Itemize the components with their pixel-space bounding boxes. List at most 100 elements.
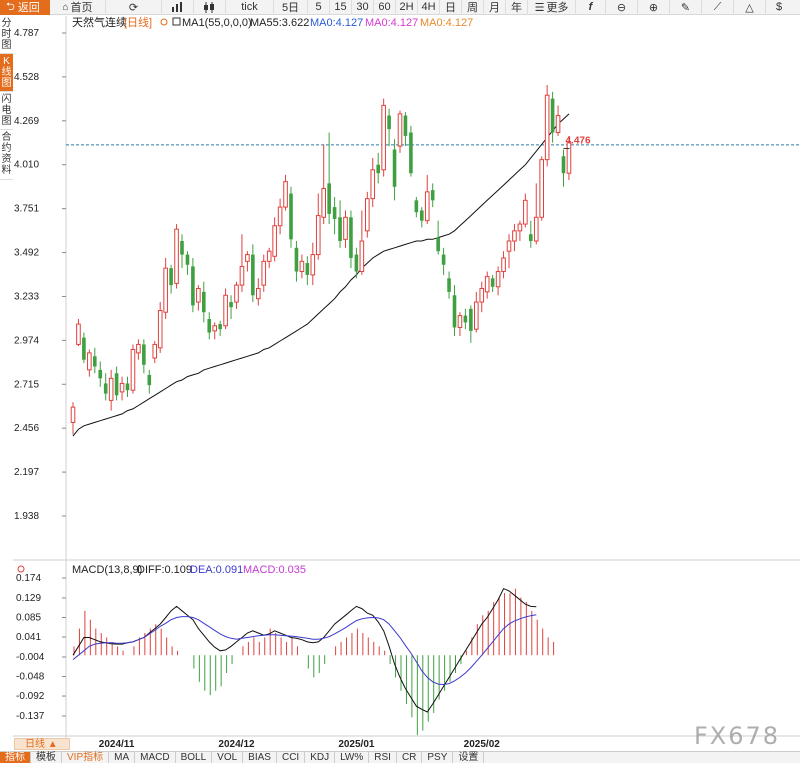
- candle[interactable]: [397, 110, 403, 153]
- candle[interactable]: [484, 271, 490, 299]
- candle[interactable]: [529, 220, 533, 248]
- candle[interactable]: [474, 291, 479, 333]
- candle[interactable]: [381, 98, 386, 177]
- candle[interactable]: [315, 193, 321, 260]
- candle[interactable]: [218, 320, 222, 336]
- candle[interactable]: [452, 285, 457, 336]
- settings-icon[interactable]: [160, 18, 168, 26]
- candle[interactable]: [229, 295, 233, 320]
- period-selector[interactable]: 日线 ▲: [14, 738, 70, 750]
- indicator-tab-main[interactable]: 指标: [0, 751, 31, 763]
- candle[interactable]: [202, 281, 206, 323]
- candle[interactable]: [130, 344, 136, 394]
- candle[interactable]: [506, 234, 512, 269]
- candle[interactable]: [125, 376, 130, 397]
- indicator-lw[interactable]: LW%: [335, 751, 370, 763]
- candle[interactable]: [332, 196, 337, 235]
- period-5d[interactable]: 5日: [274, 0, 308, 15]
- candle[interactable]: [469, 305, 473, 343]
- price-button[interactable]: $: [766, 0, 792, 15]
- candle[interactable]: [174, 224, 179, 289]
- indicator-tab-vip[interactable]: VIP指标: [62, 751, 110, 763]
- zoom-out-button[interactable]: ⊖: [606, 0, 638, 15]
- candle[interactable]: [299, 254, 305, 279]
- candle-type-button[interactable]: [194, 0, 226, 15]
- candle[interactable]: [447, 271, 451, 299]
- more-button[interactable]: ☰ 更多: [528, 0, 576, 15]
- candle[interactable]: [180, 234, 184, 269]
- candle[interactable]: [392, 139, 397, 201]
- period-60[interactable]: 60: [374, 0, 396, 15]
- candle[interactable]: [327, 132, 331, 225]
- candle[interactable]: [245, 251, 250, 272]
- candle[interactable]: [76, 319, 81, 347]
- candle[interactable]: [424, 174, 430, 225]
- period-2h[interactable]: 2H: [396, 0, 418, 15]
- tab-kline[interactable]: K线图: [0, 54, 13, 92]
- shape-tool-button[interactable]: △: [734, 0, 766, 15]
- period-30[interactable]: 30: [352, 0, 374, 15]
- candle[interactable]: [420, 207, 424, 228]
- candle[interactable]: [523, 193, 528, 228]
- candle[interactable]: [108, 369, 114, 411]
- indicator-macd[interactable]: MACD: [135, 751, 176, 763]
- indicator-kdj[interactable]: KDJ: [305, 751, 336, 763]
- chart-type-button[interactable]: [162, 0, 194, 15]
- candle[interactable]: [70, 402, 76, 435]
- indicator-vol[interactable]: VOL: [212, 751, 244, 763]
- candle[interactable]: [533, 183, 539, 245]
- period-day[interactable]: 日: [440, 0, 462, 15]
- candle[interactable]: [294, 241, 299, 282]
- candle[interactable]: [223, 288, 228, 330]
- period-tick[interactable]: tick: [226, 0, 274, 15]
- candle[interactable]: [310, 242, 316, 286]
- indicator-bias[interactable]: BIAS: [243, 751, 277, 763]
- candlestick-series[interactable]: [70, 85, 572, 435]
- candle[interactable]: [403, 112, 408, 147]
- period-5[interactable]: 5: [308, 0, 330, 15]
- candle[interactable]: [142, 339, 146, 374]
- candle[interactable]: [185, 251, 190, 275]
- candle[interactable]: [321, 144, 326, 225]
- candle[interactable]: [207, 312, 212, 340]
- candle[interactable]: [387, 108, 391, 147]
- candle[interactable]: [463, 308, 468, 330]
- candle[interactable]: [239, 234, 245, 292]
- candle[interactable]: [103, 373, 108, 401]
- back-button[interactable]: ⮌ 返回: [0, 0, 50, 15]
- candle[interactable]: [376, 152, 380, 184]
- candle[interactable]: [544, 85, 550, 167]
- candle[interactable]: [555, 105, 561, 136]
- candle[interactable]: [495, 266, 501, 296]
- candle[interactable]: [441, 247, 446, 275]
- candle[interactable]: [512, 224, 517, 252]
- period-year[interactable]: 年: [506, 0, 528, 15]
- candle[interactable]: [539, 156, 545, 221]
- formula-button[interactable]: f: [576, 0, 606, 15]
- home-button[interactable]: ⌂ 首页: [50, 0, 106, 15]
- period-month[interactable]: 月: [484, 0, 506, 15]
- tab-timeshare[interactable]: 分时图: [0, 16, 13, 54]
- candle[interactable]: [517, 220, 523, 242]
- candle[interactable]: [98, 361, 103, 387]
- candle[interactable]: [256, 278, 261, 306]
- candle[interactable]: [490, 274, 495, 292]
- period-week[interactable]: 周: [462, 0, 484, 15]
- indicator-cr[interactable]: CR: [397, 751, 423, 763]
- candle[interactable]: [272, 217, 277, 262]
- candle[interactable]: [277, 198, 283, 235]
- indicator-boll[interactable]: BOLL: [176, 751, 213, 763]
- candle[interactable]: [289, 186, 293, 248]
- candle[interactable]: [550, 91, 555, 143]
- candle[interactable]: [430, 183, 435, 208]
- candle[interactable]: [234, 281, 239, 309]
- indicator-psy[interactable]: PSY: [422, 751, 454, 763]
- candle[interactable]: [114, 366, 119, 401]
- candle[interactable]: [147, 369, 152, 394]
- candle[interactable]: [305, 256, 310, 286]
- candle[interactable]: [251, 244, 255, 303]
- candle[interactable]: [457, 312, 463, 336]
- candle[interactable]: [261, 254, 267, 292]
- zoom-in-button[interactable]: ⊕: [638, 0, 670, 15]
- candle[interactable]: [359, 210, 365, 275]
